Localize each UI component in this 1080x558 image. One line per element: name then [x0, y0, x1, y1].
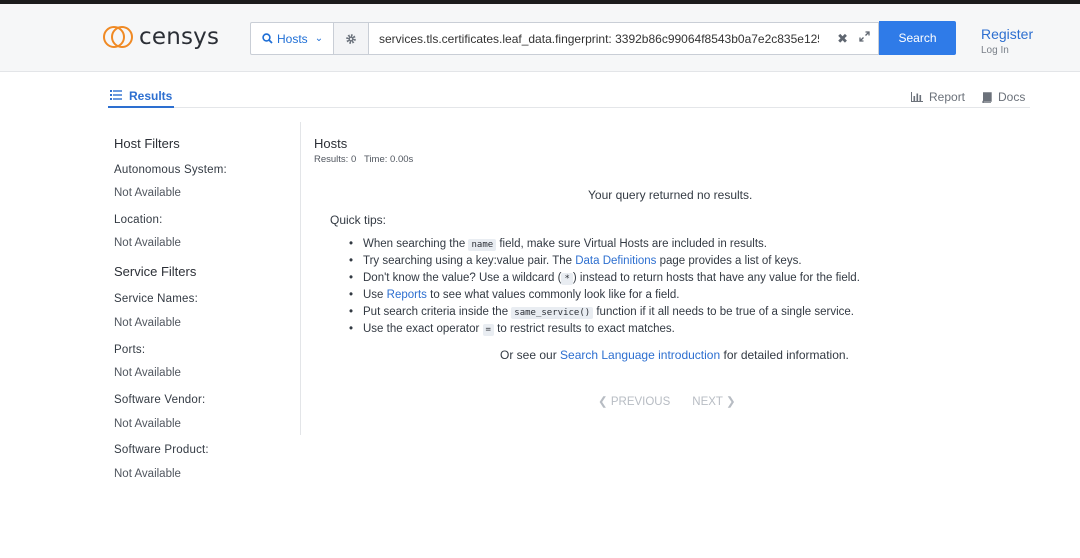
search-language-link[interactable]: Search Language introduction [560, 348, 720, 362]
header: censys Hosts ⌄ ✖ [0, 4, 1080, 72]
tab-report-label: Report [929, 90, 966, 104]
next-button[interactable]: NEXT ❯ [692, 394, 735, 408]
censys-logo-icon [103, 26, 133, 48]
tab-results-label: Results [129, 89, 173, 103]
previous-button[interactable]: ❮ PREVIOUS [598, 394, 670, 408]
bar-chart-icon [911, 92, 923, 102]
software-vendor-value: Not Available [114, 418, 181, 430]
quick-tips-list: When searching the name field, make sure… [349, 236, 909, 338]
location-value: Not Available [114, 237, 181, 249]
tab-results[interactable]: Results [108, 84, 175, 108]
data-definitions-link[interactable]: Data Definitions [575, 255, 656, 267]
clear-icon[interactable]: ✖ [837, 31, 848, 47]
login-link[interactable]: Log In [981, 45, 1009, 56]
code-snippet: * [561, 273, 573, 285]
no-results-message: Your query returned no results. [588, 188, 753, 202]
tab-docs[interactable]: Docs [981, 90, 1025, 104]
chevron-right-icon: ❯ [722, 396, 736, 408]
tip-text: When searching the [363, 238, 469, 250]
query-field-wrapper: ✖ [369, 22, 879, 55]
pagination: ❮ PREVIOUS NEXT ❯ [598, 394, 736, 408]
tip-text: to see what values commonly look like fo… [426, 289, 680, 301]
page-title: Hosts [314, 136, 348, 151]
tip-item: Use the exact operator = to restrict res… [349, 321, 909, 338]
host-filters-heading: Host Filters [114, 136, 180, 151]
tip-text: Try searching using a key:value pair. Th… [363, 255, 576, 267]
tip-text: Use the exact operator [363, 323, 483, 335]
tip-text: field, make sure Virtual Hosts are inclu… [496, 238, 767, 250]
results-time: Time: 0.00s [364, 154, 414, 165]
software-product-label: Software Product: [114, 444, 209, 456]
ports-value: Not Available [114, 367, 181, 379]
expand-icon[interactable] [859, 31, 870, 42]
search-button[interactable]: Search [879, 21, 956, 55]
service-names-value: Not Available [114, 317, 181, 329]
software-vendor-label: Software Vendor: [114, 394, 206, 406]
tip-text: Don't know the value? Use a wildcard ( [363, 272, 562, 284]
results-count: Results: 0 [314, 154, 357, 165]
tip-text: Put search criteria inside the [363, 306, 512, 318]
service-names-label: Service Names: [114, 293, 198, 305]
see-also-pre: Or see our [500, 348, 561, 362]
autonomous-system-value: Not Available [114, 187, 181, 199]
code-snippet: = [482, 324, 494, 336]
reports-link[interactable]: Reports [387, 289, 427, 301]
previous-label: PREVIOUS [610, 396, 671, 408]
tip-item: Use Reports to see what values commonly … [349, 287, 909, 304]
tip-item: Try searching using a key:value pair. Th… [349, 253, 909, 270]
code-snippet: name [468, 239, 497, 251]
chevron-down-icon: ⌄ [314, 33, 324, 44]
see-also-post: for detailed information. [720, 348, 849, 362]
sidebar-divider [300, 122, 301, 435]
tip-item: Put search criteria inside the same_serv… [349, 304, 909, 321]
code-snippet: same_service() [511, 307, 594, 319]
results-meta: Results: 0 Time: 0.00s [314, 154, 413, 165]
search-bar: Hosts ⌄ ✖ Search [250, 21, 956, 55]
tip-item: When searching the name field, make sure… [349, 236, 909, 253]
ports-label: Ports: [114, 344, 146, 356]
search-icon [262, 33, 273, 44]
software-product-value: Not Available [114, 468, 181, 480]
tip-text: to restrict results to exact matches. [493, 323, 675, 335]
list-icon [110, 90, 122, 100]
see-also-text: Or see our Search Language introduction … [500, 348, 849, 362]
autonomous-system-label: Autonomous System: [114, 164, 227, 176]
location-label: Location: [114, 214, 163, 226]
tip-text: function if it all needs to be true of a… [593, 306, 854, 318]
tip-text: page provides a list of keys. [656, 255, 802, 267]
register-link[interactable]: Register [981, 26, 1033, 42]
search-type-label: Hosts [277, 31, 308, 46]
results-tabs: Results Report Docs [108, 84, 1030, 108]
chevron-left-icon: ❮ [598, 396, 611, 408]
quick-tips-title: Quick tips: [330, 213, 387, 227]
book-icon [982, 91, 992, 103]
tab-docs-label: Docs [998, 90, 1026, 104]
search-input[interactable] [369, 23, 819, 54]
tab-report[interactable]: Report [911, 90, 965, 104]
tip-item: Don't know the value? Use a wildcard (*)… [349, 270, 909, 287]
settings-button[interactable] [334, 22, 369, 55]
service-filters-heading: Service Filters [114, 264, 197, 279]
tip-text: ) instead to return hosts that have any … [572, 272, 860, 284]
censys-logo[interactable]: censys [103, 24, 219, 50]
next-label: NEXT [692, 396, 723, 408]
gear-icon [346, 33, 356, 44]
search-type-dropdown[interactable]: Hosts ⌄ [250, 22, 334, 55]
tip-text: Use [363, 289, 387, 301]
logo-text: censys [139, 24, 220, 50]
